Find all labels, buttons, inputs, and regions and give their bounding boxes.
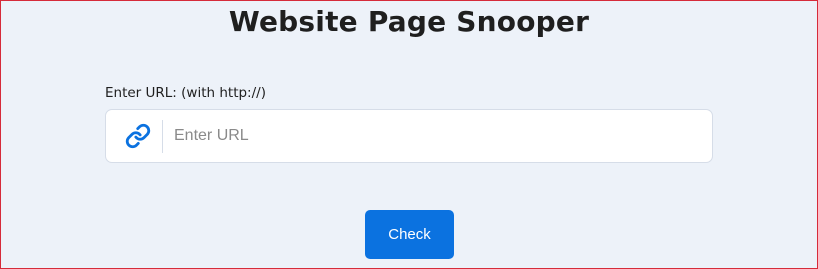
check-button[interactable]: Check <box>365 210 454 259</box>
url-label: Enter URL: (with http://) <box>105 85 266 101</box>
url-input[interactable] <box>174 110 694 162</box>
input-divider <box>162 120 163 153</box>
link-icon <box>125 123 151 149</box>
url-input-group <box>105 109 713 163</box>
page-title: Website Page Snooper <box>228 5 590 38</box>
